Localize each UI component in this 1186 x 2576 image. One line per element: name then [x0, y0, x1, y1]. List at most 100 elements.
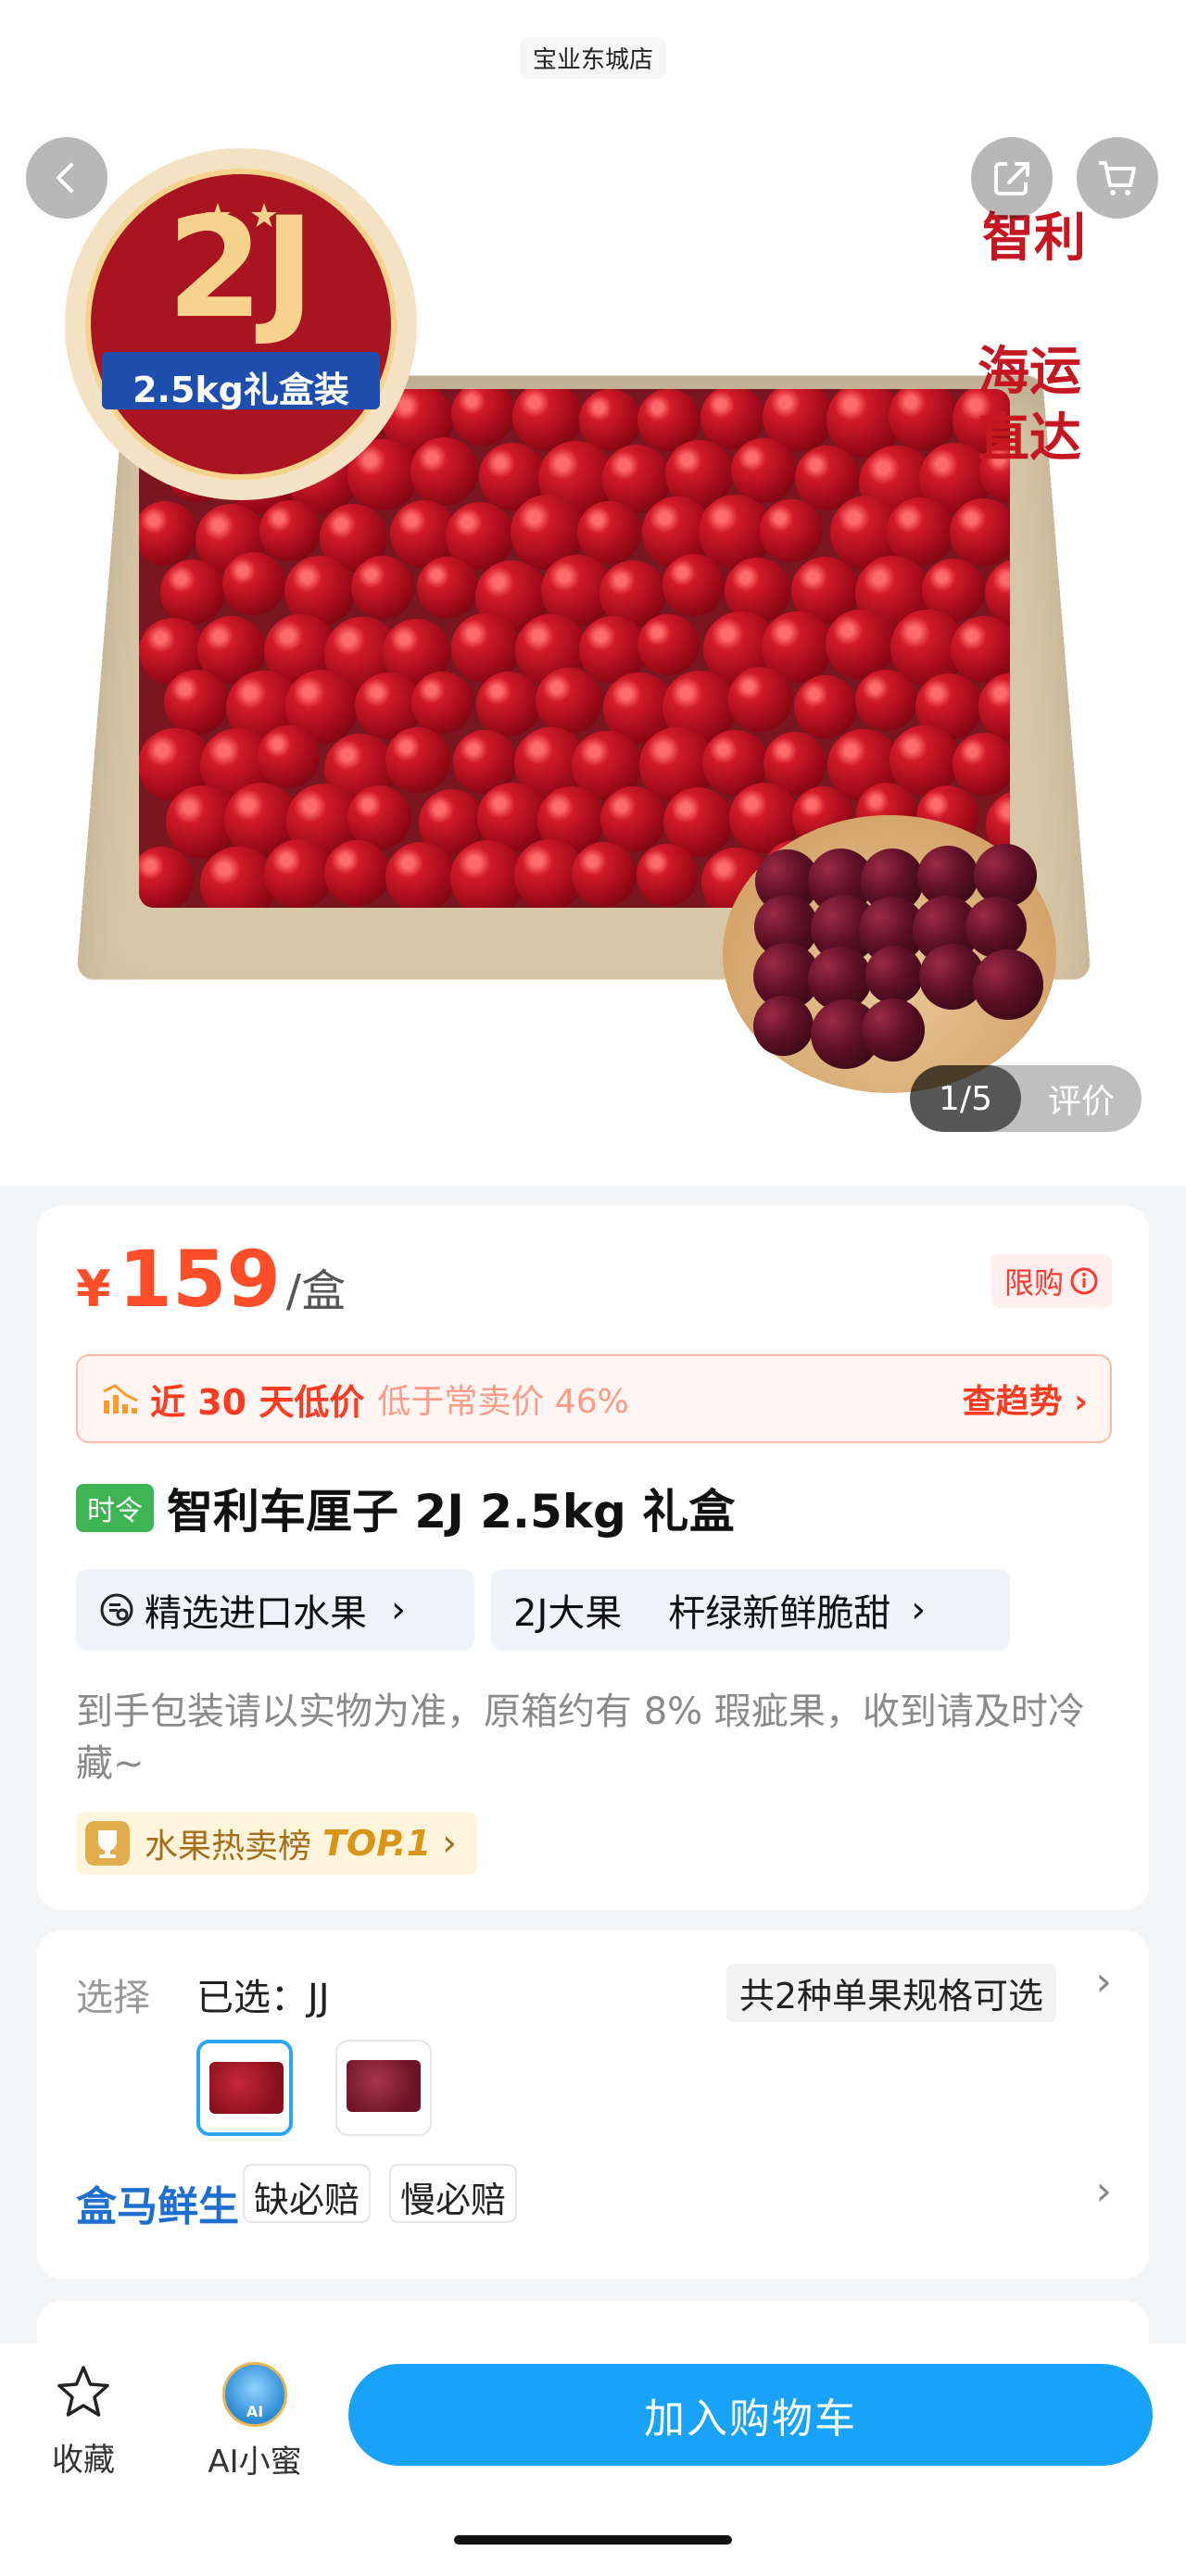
cherry	[476, 672, 542, 737]
spec-option-thumb-1[interactable]	[196, 2040, 293, 2136]
cherry	[727, 667, 793, 732]
chevron-right-icon: ›	[442, 1822, 458, 1865]
limit-label: 限购	[1003, 1265, 1064, 1301]
favorite-label: 收藏	[52, 2442, 115, 2479]
shipping-text-1: 海运	[978, 341, 1081, 402]
store-name[interactable]: 宝业东城店	[519, 37, 667, 79]
promise-tag-missing: 缺必赔	[243, 2164, 372, 2223]
cherry	[760, 499, 823, 562]
ai-badge: AI	[246, 2403, 264, 2420]
product-title: 智利车厘子 2J 2.5kg 礼盒	[167, 1485, 736, 1539]
cherry	[965, 896, 1027, 958]
cherry	[864, 946, 924, 1004]
cherry	[324, 839, 391, 906]
back-button[interactable]	[26, 137, 107, 219]
feature-tag-1: 2J大果	[513, 1592, 623, 1635]
rank-label: 水果热卖榜	[145, 1828, 312, 1866]
cherry	[972, 949, 1043, 1020]
share-icon	[994, 162, 1029, 195]
cart-icon	[1099, 161, 1136, 195]
cherry	[978, 672, 1010, 742]
view-trend-label: 查趋势	[962, 1383, 1063, 1421]
info-icon	[1070, 1267, 1098, 1295]
cherry	[139, 847, 194, 908]
price: ¥ 159 /盒	[76, 1234, 346, 1325]
cherry	[385, 727, 450, 793]
feature-tags[interactable]: 2J大果 杆绿新鲜脆甜 ›	[491, 1569, 1010, 1651]
low-price-title: 近 30 天低价	[150, 1381, 365, 1423]
select-label: 选择	[76, 1977, 150, 2019]
season-tag: 时令	[76, 1484, 154, 1532]
cherry	[258, 725, 321, 788]
cherry	[662, 553, 725, 617]
trophy-icon	[85, 1821, 130, 1866]
spec-selection-card[interactable]: 选择 已选：JJ 共2种单果规格可选 › 盒马鲜生 缺必赔 慢必赔 ›	[37, 1930, 1149, 2279]
add-to-cart-button[interactable]: 加入购物车	[348, 2364, 1153, 2466]
home-indicator	[454, 2535, 732, 2545]
cherry	[577, 500, 641, 565]
image-pager[interactable]: 1/5 评价	[910, 1065, 1142, 1132]
cherry	[385, 841, 456, 908]
bottom-action-bar: 收藏 AI AI小蜜 加入购物车	[0, 2344, 1186, 2576]
cherry	[855, 669, 917, 732]
product-image-gallery[interactable]: ★ ★ 2J 2.5kg礼盒装 智利 海运 直达 宝业东城店 1/5 评价	[0, 0, 1186, 1186]
ai-assistant-button[interactable]: AI AI小蜜	[195, 2362, 315, 2482]
review-link[interactable]: 评价	[1021, 1074, 1142, 1123]
chevron-left-icon	[57, 163, 73, 193]
share-button[interactable]	[971, 137, 1053, 219]
grade-badge-text: 2J	[166, 188, 316, 349]
cherry	[636, 843, 699, 906]
feature-tag-2: 杆绿新鲜脆甜	[668, 1592, 891, 1635]
product-detail-page: ★ ★ 2J 2.5kg礼盒装 智利 海运 直达 宝业东城店 1/5 评价 ¥	[0, 0, 1186, 2576]
spec-count: 共2种单果规格可选	[725, 1964, 1056, 2022]
star-icon	[57, 2366, 109, 2417]
image-counter: 1/5	[910, 1065, 1021, 1132]
cherry	[139, 500, 198, 566]
cherry	[950, 615, 1010, 683]
shipping-text-2: 直达	[978, 408, 1081, 469]
low-price-subtitle: 低于常卖价 46%	[377, 1383, 629, 1421]
spec-option-thumb-2[interactable]	[335, 2040, 432, 2136]
cherry	[416, 556, 478, 618]
cherry	[536, 667, 602, 734]
price-unit: /盒	[285, 1265, 347, 1317]
cherry	[410, 671, 473, 735]
grade-badge-sub: 2.5kg礼盒装	[132, 370, 349, 410]
cherry	[952, 733, 1010, 797]
cherry	[753, 996, 814, 1057]
cherry	[159, 559, 225, 624]
product-description: 到手包装请以实物为准，原箱约有 8% 瑕疵果，收到请及时冷藏~	[76, 1690, 1085, 1785]
category-tag-label: 精选进口水果	[145, 1592, 367, 1635]
favorite-button[interactable]: 收藏	[37, 2362, 130, 2480]
view-trend-link[interactable]: 查趋势 ›	[963, 1375, 1088, 1423]
cherry	[826, 609, 895, 679]
cart-button[interactable]	[1077, 137, 1158, 219]
selected-spec: 已选：JJ	[196, 1977, 330, 2019]
trend-chart-icon	[103, 1384, 138, 1414]
purchase-limit-badge[interactable]: 限购	[990, 1254, 1112, 1308]
cherry	[794, 674, 858, 738]
cherry	[350, 556, 414, 619]
cherry	[731, 438, 797, 504]
cherry	[164, 670, 230, 735]
promise-tag-slow: 慢必赔	[389, 2164, 518, 2223]
cherry-bowl-image	[723, 815, 1056, 1093]
cherry	[221, 552, 285, 616]
product-info-card: ¥ 159 /盒 限购 近 30 天低价 低于常卖价 46% 查趋势 › 时令 …	[37, 1206, 1149, 1910]
chevron-right-icon: ›	[1095, 1958, 1112, 2005]
brand-logo: 盒马鲜生	[76, 2183, 239, 2230]
low-price-banner[interactable]: 近 30 天低价 低于常卖价 46% 查趋势 ›	[76, 1354, 1112, 1443]
cherry	[637, 613, 700, 676]
cherry	[889, 389, 959, 451]
rank-value: TOP.1	[322, 1823, 432, 1864]
category-tag[interactable]: 精选进口水果 ›	[76, 1569, 474, 1651]
chevron-right-icon[interactable]: ›	[1095, 2168, 1112, 2215]
hot-rank-badge[interactable]: 水果热卖榜 TOP.1 ›	[76, 1812, 478, 1875]
price-amount: 159	[118, 1234, 281, 1325]
ai-avatar-icon: AI	[222, 2362, 287, 2427]
chevron-right-icon: ›	[391, 1589, 406, 1631]
cherry	[861, 999, 925, 1062]
cherry	[572, 842, 637, 908]
chevron-right-icon: ›	[1074, 1383, 1088, 1421]
product-title-row: 时令 智利车厘子 2J 2.5kg 礼盒	[76, 1475, 735, 1541]
